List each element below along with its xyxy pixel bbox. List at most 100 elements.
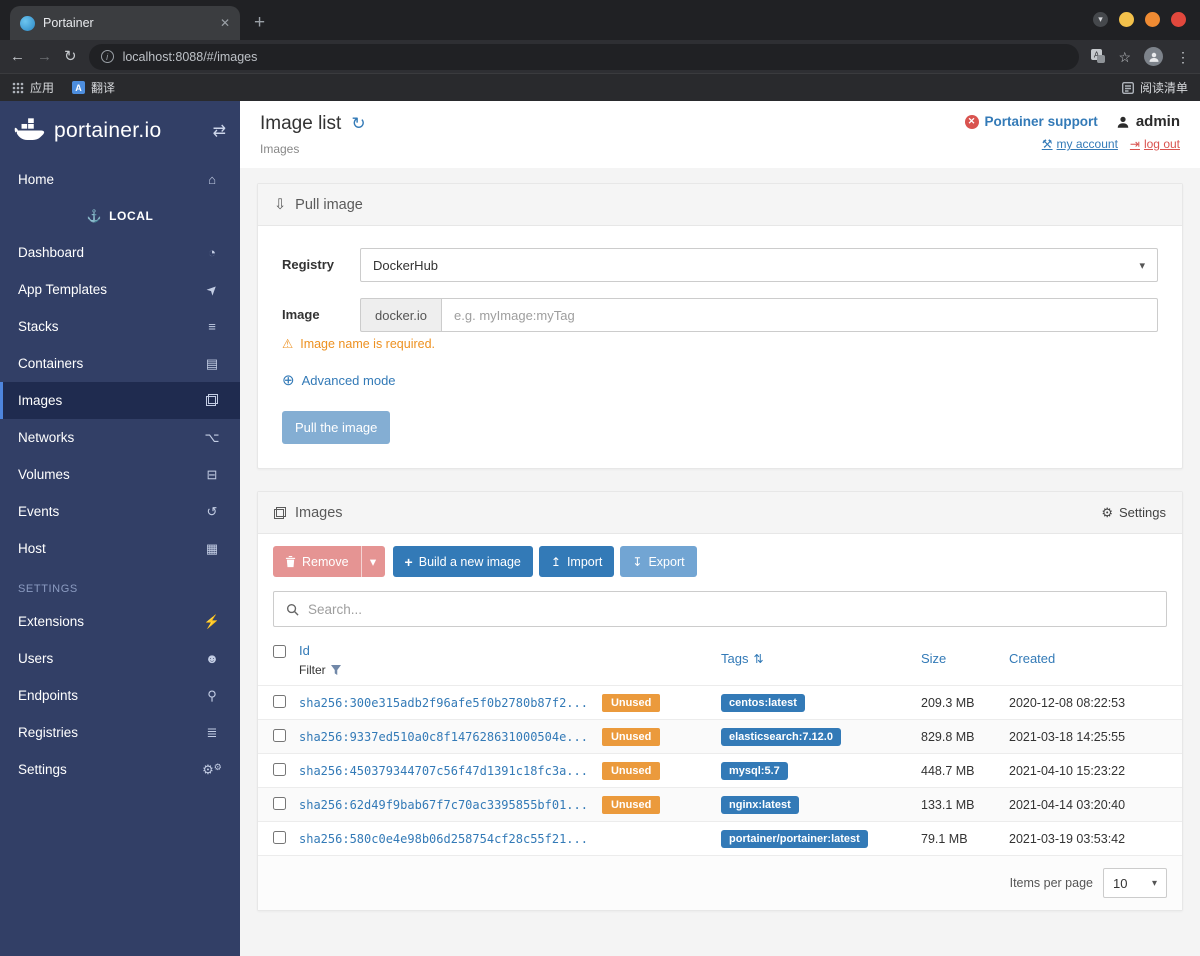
log-out-link[interactable]: ⇥ log out (1130, 137, 1180, 151)
volumes-icon: ⊟ (206, 466, 218, 482)
bookmark-apps[interactable]: 应用 (12, 79, 54, 96)
remove-dropdown-caret[interactable]: ▾ (360, 546, 385, 577)
row-checkbox[interactable] (273, 796, 286, 810)
sidebar-item-users[interactable]: Users ☻ (0, 640, 240, 677)
sidebar: portainer.io ⇄ Home ⌂ ⚓ LOCAL Dashboard … (0, 101, 240, 956)
advanced-mode-link[interactable]: ⊕ Advanced mode (282, 371, 1158, 389)
sidebar-item-label: Containers (18, 356, 84, 371)
sidebar-item-events[interactable]: Events ↺ (0, 493, 240, 530)
filter-label: Filter (299, 663, 326, 677)
search-icon (286, 603, 299, 616)
import-button[interactable]: ↥ Import (538, 546, 615, 577)
sidebar-item-networks[interactable]: Networks ⌥ (0, 419, 240, 456)
sidebar-item-home[interactable]: Home ⌂ (0, 161, 240, 198)
sidebar-item-registries[interactable]: Registries ≣ (0, 714, 240, 751)
row-checkbox[interactable] (273, 728, 286, 742)
reading-list-button[interactable]: 阅读清单 (1121, 79, 1188, 96)
back-icon[interactable]: ← (10, 49, 25, 64)
new-tab-button[interactable]: + (254, 13, 265, 32)
warning-icon: ⚠ (282, 337, 294, 351)
sidebar-item-dashboard[interactable]: Dashboard ◔ (0, 234, 240, 271)
row-checkbox[interactable] (273, 830, 286, 844)
bookmark-translate[interactable]: A 翻译 (72, 79, 115, 96)
column-size[interactable]: Size (921, 651, 946, 666)
remove-button[interactable]: Remove (273, 546, 361, 577)
column-tags[interactable]: Tags (721, 651, 748, 666)
created-cell: 2021-03-18 14:25:55 (1009, 729, 1126, 744)
column-created[interactable]: Created (1009, 651, 1055, 666)
table-settings-button[interactable]: ⚙ Settings (1101, 505, 1166, 521)
sidebar-item-label: Dashboard (18, 245, 85, 260)
page-header: Image list ↻ Images ✕ Portainer support … (240, 101, 1200, 168)
sidebar-item-settings[interactable]: Settings ⚙⚙ (0, 751, 240, 788)
image-id-link[interactable]: sha256:450379344707c56f47d1391c18fc3a... (299, 764, 588, 778)
user-icon (1117, 116, 1129, 128)
column-id[interactable]: Id (299, 643, 721, 658)
site-info-icon[interactable]: i (100, 50, 114, 63)
table-row: sha256:9337ed510a0c8f147628631000504e...… (258, 719, 1182, 753)
sidebar-item-label: Volumes (18, 467, 70, 482)
portainer-support-link[interactable]: ✕ Portainer support (964, 114, 1098, 129)
image-id-link[interactable]: sha256:300e315adb2f96afe5f0b2780b87f2... (299, 696, 588, 710)
advanced-mode-label: Advanced mode (301, 372, 396, 388)
rocket-icon: ➤ (202, 279, 221, 299)
sidebar-item-label: Images (18, 393, 63, 408)
my-account-link[interactable]: ⚒ my account (1042, 137, 1118, 151)
pull-image-button[interactable]: Pull the image (282, 411, 391, 444)
trash-icon (285, 556, 296, 568)
bookmark-star-icon[interactable]: ☆ (1118, 50, 1131, 64)
sidebar-item-app-templates[interactable]: App Templates ➤ (0, 271, 240, 308)
tab-close-icon[interactable]: ✕ (220, 16, 230, 30)
sidebar-item-endpoints[interactable]: Endpoints ⚲ (0, 677, 240, 714)
items-per-page-select[interactable]: 10 ▾ (1103, 868, 1167, 898)
logo-text: portainer.io (54, 119, 162, 142)
portainer-favicon (20, 15, 35, 31)
image-id-link[interactable]: sha256:62d49f9bab67f7c70ac3395855bf01... (299, 798, 588, 812)
support-icon: ✕ (964, 114, 979, 129)
host-icon: ▦ (205, 540, 219, 556)
my-account-label: my account (1056, 137, 1118, 151)
reload-icon[interactable]: ↻ (64, 49, 77, 64)
search-input[interactable] (308, 601, 1154, 617)
window-menu-button[interactable]: ▾ (1093, 12, 1108, 27)
upload-icon: ↥ (550, 554, 561, 569)
sidebar-logo[interactable]: portainer.io ⇄ (0, 101, 240, 161)
sidebar-collapse-icon[interactable]: ⇄ (213, 121, 226, 141)
image-id-link[interactable]: sha256:9337ed510a0c8f147628631000504e... (299, 730, 588, 744)
select-all-checkbox[interactable] (273, 645, 286, 658)
size-cell: 448.7 MB (921, 763, 975, 778)
build-image-button[interactable]: + Build a new image (392, 546, 533, 577)
sidebar-item-images[interactable]: Images (0, 382, 240, 419)
forward-icon[interactable]: → (37, 49, 52, 64)
images-panel-title: Images (295, 504, 343, 521)
window-minimize-button[interactable] (1119, 12, 1134, 27)
sidebar-item-extensions[interactable]: Extensions ⚡ (0, 603, 240, 640)
registry-select[interactable]: DockerHub ▾ (360, 248, 1158, 282)
url-text: localhost:8088/#/images (122, 49, 258, 64)
window-maximize-button[interactable] (1145, 12, 1160, 27)
filter-control[interactable]: Filter (299, 663, 721, 677)
window-close-button[interactable] (1171, 12, 1186, 27)
row-checkbox[interactable] (273, 762, 286, 776)
image-name-input[interactable] (441, 298, 1158, 332)
row-checkbox[interactable] (273, 694, 286, 708)
image-label: Image (282, 307, 320, 322)
translate-icon[interactable]: A (1091, 48, 1106, 65)
sidebar-item-label: Extensions (18, 614, 85, 629)
profile-avatar[interactable] (1144, 47, 1163, 66)
address-bar[interactable]: i localhost:8088/#/images (88, 43, 1080, 70)
image-id-link[interactable]: sha256:580c0e4e98b06d258754cf28c55f21... (299, 832, 588, 846)
created-cell: 2021-04-14 03:20:40 (1009, 797, 1126, 812)
unused-badge: Unused (601, 761, 661, 780)
browser-menu-icon[interactable]: ⋮ (1176, 50, 1190, 64)
sidebar-item-volumes[interactable]: Volumes ⊟ (0, 456, 240, 493)
user-menu[interactable]: admin (1116, 113, 1180, 130)
export-button[interactable]: ↧ Export (620, 546, 697, 577)
sidebar-item-containers[interactable]: Containers ▤ (0, 345, 240, 382)
download-icon: ↧ (632, 554, 643, 569)
browser-tab[interactable]: Portainer ✕ (10, 6, 240, 40)
sidebar-item-stacks[interactable]: Stacks ≡ (0, 308, 240, 345)
refresh-icon[interactable]: ↻ (351, 114, 365, 134)
search-box[interactable] (273, 591, 1167, 627)
sidebar-item-host[interactable]: Host ▦ (0, 530, 240, 567)
